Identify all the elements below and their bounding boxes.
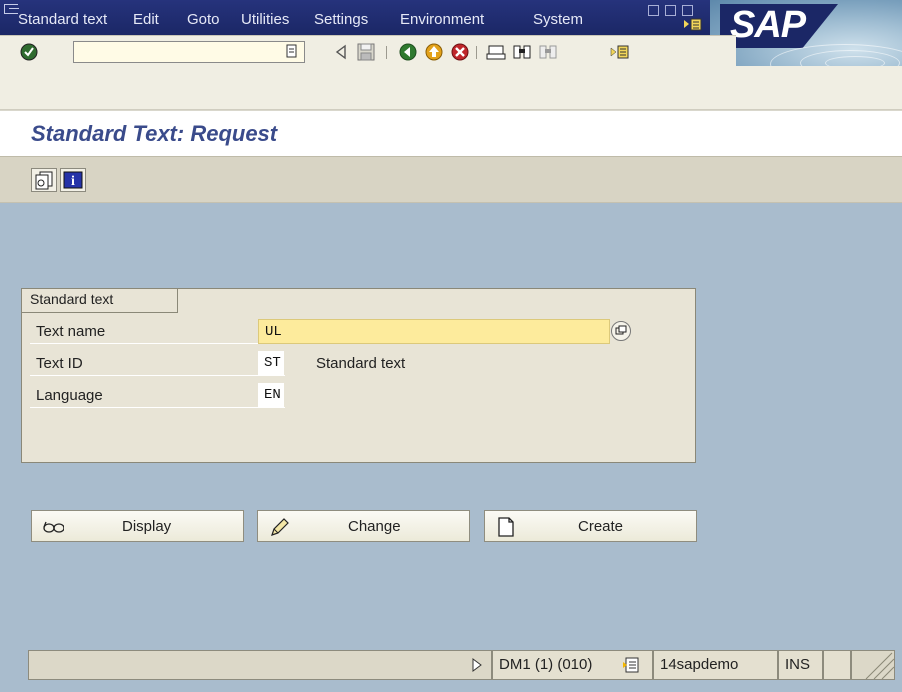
bottom-border — [0, 683, 902, 692]
text-id-description: Standard text — [316, 355, 406, 372]
exit-icon[interactable] — [424, 42, 444, 62]
command-field[interactable] — [73, 41, 305, 63]
save-icon[interactable] — [356, 42, 376, 62]
create-label: Create — [578, 518, 624, 535]
system-info[interactable]: DM1 (1) (010) — [492, 650, 653, 680]
groupbox-title: Standard text — [22, 289, 178, 313]
standard-text-groupbox: Standard text Text name UL Text ID ST St… — [21, 288, 696, 463]
text-id-label: Text ID — [30, 351, 285, 376]
back-icon[interactable] — [398, 42, 418, 62]
system-info-dropdown-icon[interactable] — [622, 656, 640, 674]
insert-mode[interactable]: INS — [778, 650, 823, 680]
window-menu-icon[interactable] — [4, 4, 19, 14]
create-button[interactable]: Create — [484, 510, 697, 542]
expand-status-icon[interactable] — [470, 657, 484, 673]
change-button[interactable]: Change — [257, 510, 470, 542]
text-id-field[interactable]: ST — [258, 351, 284, 376]
sap-logo-text: SAP — [730, 4, 806, 46]
minimize-icon[interactable] — [648, 5, 659, 16]
status-message-area — [28, 650, 492, 680]
menu-goto[interactable]: Goto — [187, 11, 220, 28]
toolbar-separator — [476, 46, 477, 59]
language-field[interactable]: EN — [258, 383, 284, 408]
menu-utilities[interactable]: Utilities — [241, 11, 289, 28]
find-icon[interactable] — [512, 42, 532, 62]
toolbar-separator — [386, 46, 387, 59]
display-label: Display — [122, 518, 172, 535]
value-help-icon — [615, 325, 627, 335]
display-button[interactable]: Display — [31, 510, 244, 542]
title-bar: Standard text Edit Goto Utilities Settin… — [0, 0, 736, 35]
page-title: Standard Text: Request — [31, 121, 278, 146]
new-document-icon — [498, 517, 514, 537]
status-spacer — [823, 650, 851, 680]
menu-environment[interactable]: Environment — [400, 11, 484, 28]
menu-standard-text[interactable]: Standard text — [18, 11, 107, 28]
copy-text-button[interactable] — [31, 168, 57, 192]
menu-edit[interactable]: Edit — [133, 11, 159, 28]
maximize-icon[interactable] — [665, 5, 676, 16]
language-label: Language — [30, 383, 285, 408]
value-help-button[interactable] — [611, 321, 631, 341]
information-button[interactable]: i — [60, 168, 86, 192]
menu-system[interactable]: System — [533, 11, 583, 28]
customize-layout-icon[interactable] — [610, 42, 630, 62]
resize-grip-icon — [865, 652, 895, 680]
copy-text-icon — [35, 171, 53, 190]
server-name: 14sapdemo — [653, 650, 778, 680]
text-name-label: Text name — [30, 319, 285, 344]
command-history-icon[interactable] — [285, 43, 305, 63]
standard-toolbar — [0, 35, 736, 67]
system-info-text: DM1 (1) (010) — [499, 656, 593, 673]
glasses-icon — [43, 521, 64, 533]
toolbar-background — [0, 66, 902, 110]
title-area: Standard Text: Request — [0, 110, 902, 156]
close-icon[interactable] — [682, 5, 693, 16]
back-arrow-icon[interactable] — [334, 42, 354, 62]
logo-swirl — [825, 56, 885, 66]
pencil-icon — [271, 518, 289, 536]
svg-text:i: i — [71, 174, 75, 189]
application-toolbar: i — [0, 156, 902, 203]
information-icon: i — [63, 171, 83, 189]
find-next-icon[interactable] — [538, 42, 558, 62]
change-label: Change — [348, 518, 401, 535]
print-icon[interactable] — [486, 42, 506, 62]
sap-logo: SAP — [710, 0, 902, 66]
resize-grip[interactable] — [851, 650, 895, 680]
menu-settings[interactable]: Settings — [314, 11, 368, 28]
cancel-icon[interactable] — [450, 42, 470, 62]
customize-layout-icon[interactable] — [683, 18, 703, 32]
text-name-input[interactable]: UL — [258, 319, 610, 344]
enter-check-icon[interactable] — [19, 42, 39, 62]
